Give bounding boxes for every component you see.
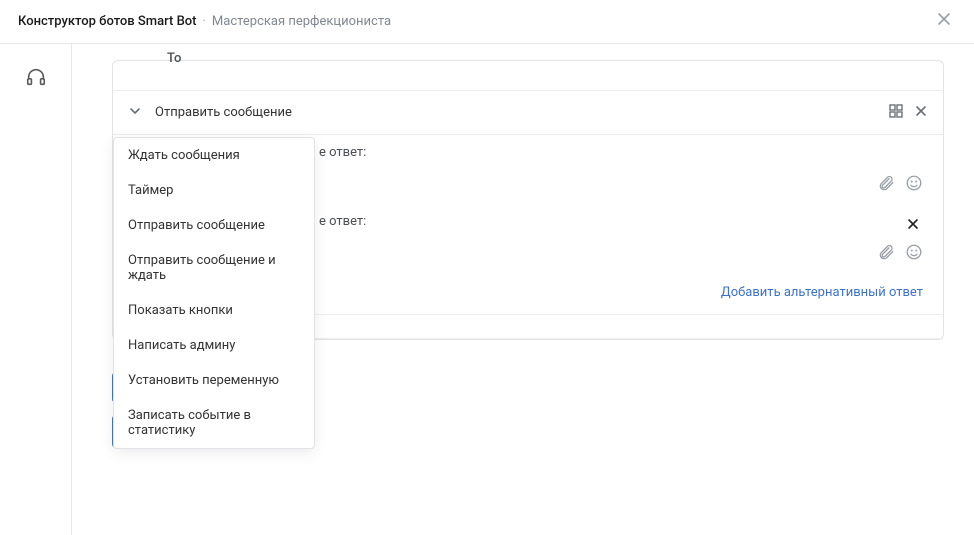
side-rail bbox=[0, 44, 72, 535]
step-title: Отправить сообщение bbox=[155, 105, 292, 120]
emoji-icon[interactable] bbox=[905, 174, 923, 196]
attach-icon[interactable] bbox=[877, 174, 895, 196]
answer-label-1: е ответ: bbox=[319, 145, 923, 160]
header-bar: Конструктор ботов Smart Bot · Мастерская… bbox=[0, 0, 974, 44]
answer-label-2: е ответ: bbox=[319, 214, 907, 229]
attach-icon[interactable] bbox=[877, 243, 895, 265]
header-separator: · bbox=[203, 14, 206, 29]
headphones-icon[interactable] bbox=[25, 66, 47, 92]
dropdown-item-log-event[interactable]: Записать событие в статистику bbox=[114, 398, 314, 448]
dropdown-item-send-message[interactable]: Отправить сообщение bbox=[114, 208, 314, 243]
content-area: То Отправить сообщение е ответ: bbox=[72, 44, 974, 535]
header-subtitle: Мастерская перфекциониста bbox=[212, 14, 391, 29]
remove-answer-icon[interactable] bbox=[907, 218, 919, 234]
remove-step-icon[interactable] bbox=[915, 105, 927, 121]
header-title: Конструктор ботов Smart Bot bbox=[18, 14, 197, 29]
step-card: То Отправить сообщение е ответ: bbox=[112, 60, 944, 340]
emoji-icon[interactable] bbox=[905, 243, 923, 265]
dropdown-item-write-admin[interactable]: Написать админу bbox=[114, 328, 314, 363]
grid-icon[interactable] bbox=[889, 104, 903, 122]
dropdown-item-set-variable[interactable]: Установить переменную bbox=[114, 363, 314, 398]
dropdown-item-timer[interactable]: Таймер bbox=[114, 173, 314, 208]
step-header[interactable]: Отправить сообщение bbox=[113, 91, 943, 135]
dropdown-item-wait-message[interactable]: Ждать сообщения bbox=[114, 138, 314, 173]
card-header-strip: То bbox=[113, 61, 943, 91]
to-label: То bbox=[167, 51, 181, 66]
dropdown-item-send-and-wait[interactable]: Отправить сообщение и ждать bbox=[114, 243, 314, 293]
chevron-down-icon[interactable] bbox=[129, 105, 141, 121]
close-icon[interactable] bbox=[932, 7, 956, 36]
answer-section-1: е ответ: Ждать сообщени bbox=[113, 135, 943, 202]
dropdown-item-show-buttons[interactable]: Показать кнопки bbox=[114, 293, 314, 328]
step-type-dropdown[interactable]: Ждать сообщения Таймер Отправить сообщен… bbox=[113, 137, 315, 449]
